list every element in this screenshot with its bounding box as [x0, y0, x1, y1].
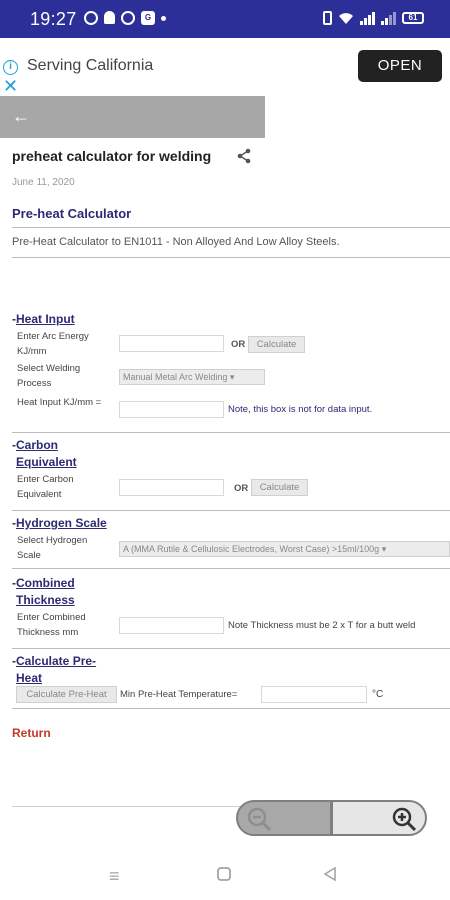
bell-icon — [104, 11, 115, 24]
home-icon[interactable] — [216, 866, 232, 887]
divider — [12, 510, 450, 511]
min-preheat-label: Min Pre-Heat Temperature= — [120, 689, 238, 700]
post-date: June 11, 2020 — [12, 177, 75, 188]
calculate-preheat-heading: Calculate Pre- Heat — [16, 653, 96, 687]
app-notification-icon — [121, 11, 135, 25]
thickness-heading-line1: Combined — [16, 576, 75, 590]
heat-input-note: Note, this box is not for data input. — [228, 404, 373, 415]
combined-thickness-heading: Combined Thickness — [16, 575, 75, 609]
preheat-heading-line1: Calculate Pre- — [16, 654, 97, 668]
zoom-out-icon — [246, 806, 272, 832]
welding-process-select[interactable]: Manual Metal Arc Welding ▾ — [119, 369, 265, 385]
status-time: 19:27 — [30, 9, 77, 29]
divider — [12, 432, 450, 433]
notification-icons: G — [84, 11, 166, 25]
arc-energy-input[interactable] — [119, 335, 224, 352]
description: Pre-Heat Calculator to EN1011 - Non Allo… — [12, 236, 340, 248]
calculate-preheat-button[interactable]: Calculate Pre-Heat — [16, 686, 117, 703]
chevron-down-icon: ▾ — [381, 544, 387, 554]
return-link[interactable]: Return — [12, 726, 51, 740]
welding-process-label: Select Welding Process — [17, 363, 81, 389]
chevron-down-icon: ▾ — [229, 372, 235, 382]
preheat-heading-line2: Heat — [16, 671, 43, 685]
system-icons: 61 — [323, 11, 424, 25]
battery-icon: 61 — [402, 12, 424, 24]
zoom-out-button[interactable] — [236, 800, 332, 836]
whatsapp-icon — [84, 11, 98, 25]
welding-process-value: Manual Metal Arc Welding — [123, 372, 228, 382]
divider — [12, 806, 242, 807]
signal-2-icon — [381, 11, 396, 25]
vibrate-icon — [323, 11, 332, 25]
divider — [12, 648, 450, 649]
page-title: preheat calculator for welding — [12, 148, 212, 164]
share-icon[interactable] — [236, 148, 252, 164]
system-nav-bar: ≡ — [0, 852, 450, 900]
heat-input-heading: Heat Input — [16, 312, 75, 326]
ad-open-button[interactable]: OPEN — [358, 50, 442, 82]
divider — [12, 227, 450, 228]
carbon-equivalent-input[interactable] — [119, 479, 224, 496]
hydrogen-scale-value: A (MMA Rutile & Cellulosic Electrodes, W… — [123, 544, 380, 554]
combined-thickness-input[interactable] — [119, 617, 224, 634]
carbon-equivalent-label: Enter Carbon Equivalent — [17, 474, 74, 500]
calculate-carbon-button[interactable]: Calculate — [251, 479, 308, 496]
heat-input-result-label: Heat Input KJ/mm = — [17, 397, 102, 408]
toolbar: ← — [0, 96, 265, 138]
hydrogen-scale-select[interactable]: A (MMA Rutile & Cellulosic Electrodes, W… — [119, 541, 450, 557]
recent-apps-icon[interactable]: ≡ — [109, 866, 120, 887]
ad-banner[interactable]: i ✕ Serving California OPEN — [0, 38, 450, 96]
temperature-unit: °C — [372, 689, 384, 700]
divider — [12, 568, 450, 569]
carbon-equivalent-heading: Carbon Equivalent — [16, 437, 77, 471]
back-arrow-icon[interactable]: ← — [12, 106, 30, 127]
hydrogen-scale-heading: Hydrogen Scale — [16, 516, 107, 530]
carbon-heading-line1: Carbon — [16, 438, 58, 452]
combined-thickness-label: Enter Combined Thickness mm — [17, 612, 86, 638]
ad-text[interactable]: Serving California — [27, 57, 153, 75]
arc-energy-label: Enter Arc Energy KJ/mm — [17, 331, 89, 357]
divider — [12, 708, 450, 709]
or-label: OR — [231, 339, 246, 350]
signal-1-icon — [360, 11, 375, 25]
back-icon[interactable] — [322, 866, 338, 887]
carbon-heading-line2: Equivalent — [16, 455, 77, 469]
zoom-in-icon — [391, 806, 417, 832]
close-icon[interactable]: ✕ — [3, 77, 18, 95]
more-notifications-dot-icon — [161, 16, 166, 21]
zoom-in-button[interactable] — [331, 800, 427, 836]
divider — [12, 257, 450, 258]
heat-input-result-field — [119, 401, 224, 418]
thickness-heading-line2: Thickness — [16, 593, 75, 607]
min-preheat-result-field — [261, 686, 367, 703]
thickness-note: Note Thickness must be 2 x T for a butt … — [228, 620, 416, 631]
calculate-arc-energy-button[interactable]: Calculate — [248, 336, 305, 353]
mail-icon: G — [141, 11, 155, 25]
status-bar: 19:27 G 61 — [0, 0, 450, 38]
wifi-icon — [338, 11, 354, 25]
or-label: OR — [234, 483, 249, 494]
info-icon[interactable]: i — [3, 60, 18, 75]
section-heading: Pre-heat Calculator — [12, 206, 132, 221]
hydrogen-scale-label: Select Hydrogen Scale — [17, 535, 88, 561]
